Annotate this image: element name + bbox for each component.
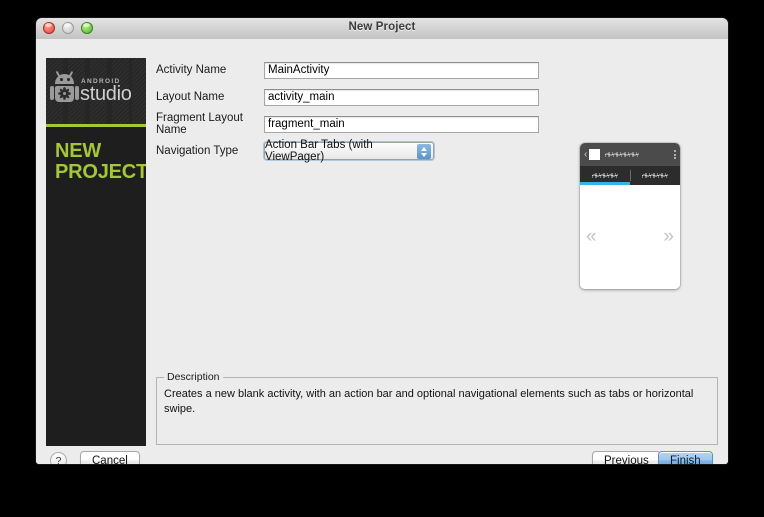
title-bar: New Project [36, 18, 728, 40]
banner-headline-area: NEW PROJECT [46, 127, 146, 446]
window-title: New Project [348, 21, 416, 33]
dialog-footer: ? Cancel Previous Finish [36, 446, 728, 464]
wizard-banner: ANDROID studio NEW PROJECT [46, 58, 146, 446]
field-row-navigation-type: Navigation Type Action Bar Tabs (with Vi… [156, 139, 539, 163]
android-robot-icon [50, 70, 79, 104]
description-text: Creates a new blank activity, with an ac… [164, 388, 694, 415]
brand-studio-text: studio [80, 83, 132, 105]
field-row-activity-name: Activity Name [156, 61, 539, 79]
navigation-type-select[interactable]: Action Bar Tabs (with ViewPager) [264, 139, 434, 163]
project-form: Activity Name Layout Name Fragment Layou… [156, 61, 539, 169]
cancel-button[interactable]: Cancel [80, 451, 140, 464]
field-row-layout-name: Layout Name [156, 88, 539, 106]
layout-name-label: Layout Name [156, 91, 225, 103]
preview-title-placeholder [605, 152, 640, 157]
back-chevron-icon: ‹ [584, 149, 588, 160]
navigation-type-label: Navigation Type [156, 145, 239, 157]
android-studio-logo: ANDROID studio [50, 70, 132, 105]
preview-tab-2-label-placeholder [642, 173, 669, 178]
description-panel: Description Creates a new blank activity… [156, 371, 718, 445]
preview-tab-1 [580, 166, 630, 185]
template-preview: ‹ « » [580, 143, 680, 289]
activity-name-input[interactable] [264, 61, 539, 79]
swipe-right-icon: » [663, 226, 674, 247]
gear-icon [60, 89, 69, 98]
fragment-layout-name-label: Fragment Layout Name [156, 112, 243, 136]
help-button[interactable]: ? [50, 452, 67, 464]
preview-tab-bar [580, 166, 680, 185]
banner-headline: NEW PROJECT [55, 141, 146, 183]
activity-name-label: Activity Name [156, 64, 227, 76]
preview-content-area: « » [580, 185, 680, 289]
dialog-content: ANDROID studio NEW PROJECT Activity Name [36, 39, 728, 464]
new-project-dialog: New Project ANDROID studio NEW PROJECT A… [36, 18, 728, 464]
preview-tab-1-label-placeholder [591, 173, 618, 178]
chevron-updown-icon[interactable] [417, 144, 431, 159]
swipe-left-icon: « [586, 226, 597, 247]
fragment-layout-name-input[interactable] [264, 115, 539, 133]
banner-headline-line2: PROJECT [55, 161, 146, 183]
preview-action-bar: ‹ [580, 143, 680, 166]
overflow-menu-icon [674, 150, 676, 159]
preview-tab-2 [631, 166, 681, 185]
brand-wordmark: ANDROID studio [80, 78, 132, 105]
field-row-fragment-layout-name: Fragment Layout Name [156, 112, 539, 136]
preview-app-icon [589, 149, 601, 160]
layout-name-input[interactable] [264, 88, 539, 106]
previous-button[interactable]: Previous [592, 451, 661, 464]
description-legend: Description [164, 371, 223, 383]
finish-button[interactable]: Finish [658, 451, 713, 464]
navigation-type-value: Action Bar Tabs (with ViewPager) [265, 139, 373, 163]
banner-headline-line1: NEW [55, 140, 102, 162]
banner-logo-area: ANDROID studio [46, 58, 146, 124]
